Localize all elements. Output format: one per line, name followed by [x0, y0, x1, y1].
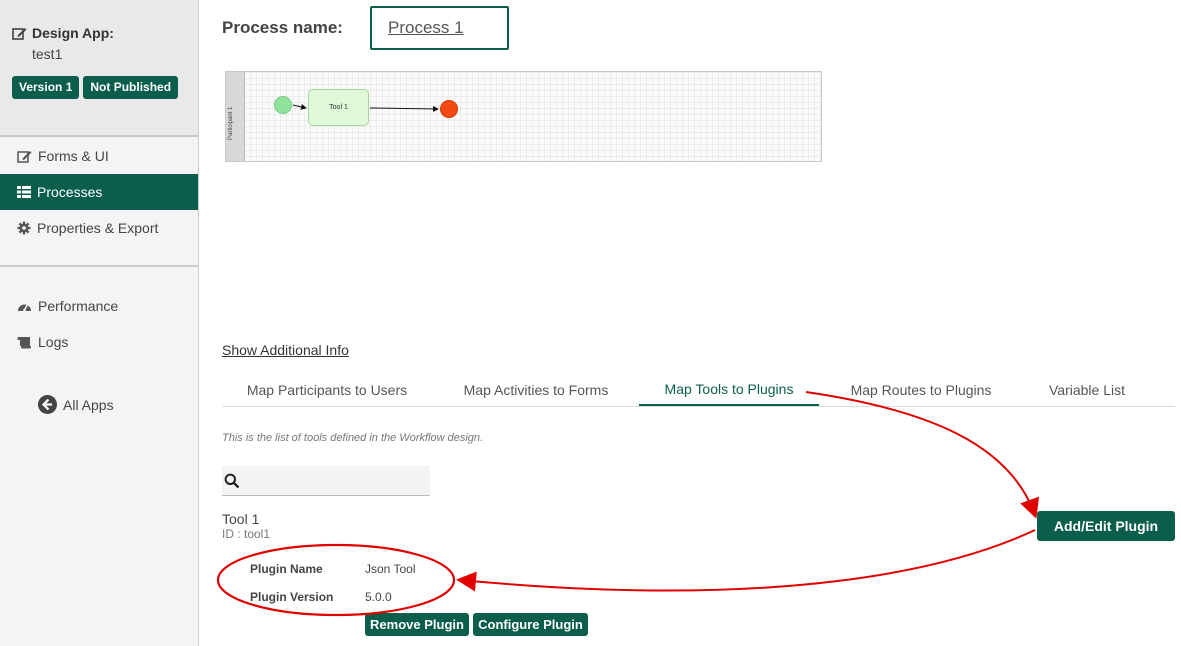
configure-plugin-button[interactable]: Configure Plugin [473, 613, 588, 636]
gauge-icon [17, 300, 32, 312]
plugin-version-label: Plugin Version [250, 590, 334, 604]
edit-icon [17, 149, 32, 163]
plugin-name-value: Json Tool [365, 562, 416, 576]
nav-label: Performance [38, 298, 119, 314]
scroll-icon [17, 336, 32, 349]
tool-id: ID : tool1 [222, 527, 271, 541]
search-icon [224, 473, 240, 489]
nav-label: Forms & UI [38, 148, 109, 164]
end-event[interactable] [440, 100, 458, 118]
tools-description: This is the list of tools defined in the… [222, 432, 484, 444]
process-name-label: Process name: [222, 18, 343, 37]
participant-lane[interactable]: Participant 1 [226, 72, 245, 161]
nav-item-performance[interactable]: Performance [0, 288, 198, 324]
show-additional-info-link[interactable]: Show Additional Info [222, 342, 349, 358]
annotation-ellipse [216, 543, 456, 617]
plugin-version-value: 5.0.0 [365, 590, 392, 604]
nav-item-forms-ui[interactable]: Forms & UI [0, 138, 198, 174]
add-edit-plugin-button[interactable]: Add/Edit Plugin [1037, 511, 1175, 541]
nav-divider [0, 265, 198, 267]
nav-label: Processes [37, 184, 103, 200]
annotation-arrow-to-plugin-info [456, 529, 1036, 592]
status-badge: Not Published [83, 76, 179, 99]
tab-variable-list[interactable]: Variable List [1032, 373, 1142, 406]
nav-label: Properties & Export [37, 220, 159, 236]
nav-item-processes[interactable]: Processes [0, 174, 198, 210]
badges: Version 1 Not Published [12, 76, 179, 99]
tool-node[interactable]: Tool 1 [308, 89, 369, 126]
nav-item-properties-export[interactable]: Properties & Export [0, 210, 198, 246]
version-badge: Version 1 [12, 76, 80, 99]
gear-icon [17, 221, 31, 235]
search-input[interactable] [222, 466, 430, 496]
tab-map-activities[interactable]: Map Activities to Forms [450, 373, 622, 406]
process-diagram[interactable]: Participant 1 Tool 1 [225, 71, 822, 162]
annotation-arrow-to-button [805, 391, 1040, 519]
tab-map-routes[interactable]: Map Routes to Plugins [838, 373, 1004, 406]
lane-label: Participant 1 [228, 106, 234, 140]
plugin-name-label: Plugin Name [250, 562, 323, 576]
tab-map-tools[interactable]: Map Tools to Plugins [639, 373, 819, 406]
mapping-tabs: Map Participants to Users Map Activities… [222, 373, 1175, 407]
all-apps-link[interactable]: All Apps [38, 395, 114, 414]
app-title: Design App: [12, 25, 114, 41]
nav-label: Logs [38, 334, 69, 350]
table-icon [17, 186, 31, 198]
nav-item-logs[interactable]: Logs [0, 324, 198, 360]
start-event[interactable] [274, 96, 292, 114]
app-header: Design App: test1 Version 1 Not Publishe… [0, 0, 198, 137]
all-apps-label: All Apps [63, 396, 114, 413]
arrow-left-circle-icon [38, 395, 57, 414]
tab-map-participants[interactable]: Map Participants to Users [222, 373, 432, 406]
process-name-field[interactable]: Process 1 [370, 6, 509, 50]
app-name: test1 [32, 46, 63, 62]
tool-name: Tool 1 [222, 511, 260, 527]
edit-icon [12, 26, 27, 40]
app-title-label: Design App: [32, 25, 114, 41]
remove-plugin-button[interactable]: Remove Plugin [365, 613, 469, 636]
sidebar: Design App: test1 Version 1 Not Publishe… [0, 0, 199, 646]
